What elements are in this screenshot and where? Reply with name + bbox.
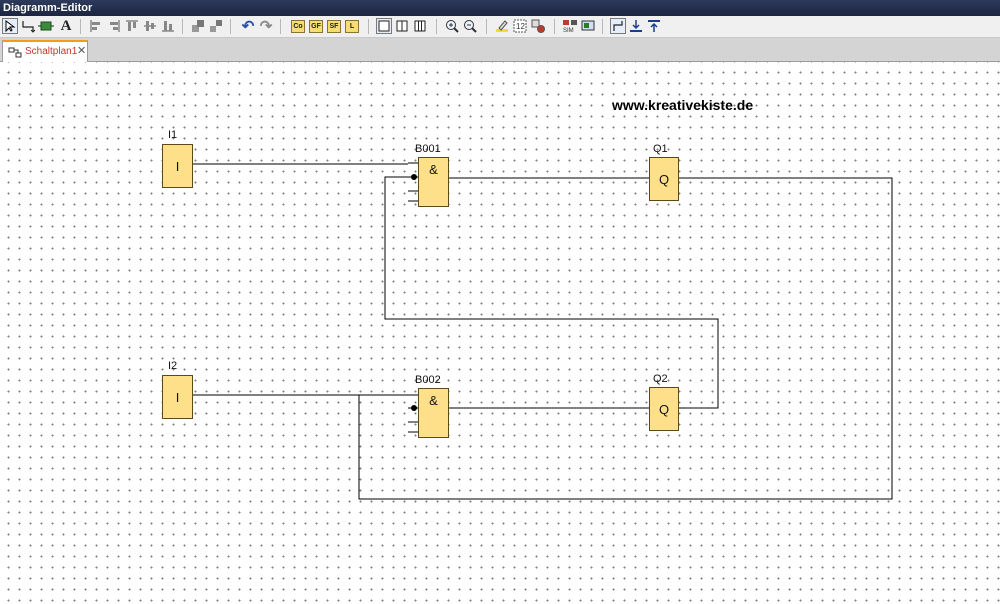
zoom-out-icon[interactable] [462, 18, 478, 34]
sf-block-button[interactable]: SF [326, 18, 342, 34]
document-tab-strip: Schaltplan1 ✕ [0, 38, 1000, 62]
wire-mode-icon[interactable] [610, 18, 626, 34]
block-label-b002: B002 [415, 374, 441, 386]
single-view-icon[interactable] [376, 18, 392, 34]
undo-icon[interactable]: ↶ [240, 18, 256, 35]
toolbar: A ↶ ↷ Co GF SF L 12 SIM [0, 16, 1000, 38]
block-label-i2: I2 [168, 360, 178, 372]
block-label-b001: B001 [415, 143, 441, 155]
co-label: Co [291, 19, 305, 33]
triple-view-icon[interactable] [412, 18, 428, 34]
window-title: Diagramm-Editor [3, 2, 93, 14]
align-top-icon[interactable] [124, 18, 140, 34]
insert-block-icon[interactable] [38, 18, 54, 34]
zoom-in-icon[interactable] [444, 18, 460, 34]
and-block-b001[interactable]: & [418, 157, 449, 207]
output-block-q2[interactable]: Q [649, 387, 679, 431]
align-right-icon[interactable] [106, 18, 122, 34]
align-wire-down-icon[interactable] [628, 18, 644, 34]
block-symbol: I [175, 158, 180, 174]
sf-label: SF [327, 19, 341, 33]
close-icon[interactable]: ✕ [77, 44, 86, 57]
input-block-i1[interactable]: I [162, 144, 193, 188]
highlight-icon[interactable] [494, 18, 510, 34]
select-tool-icon[interactable] [2, 18, 18, 34]
block-symbol: I [175, 389, 180, 405]
group-icon[interactable] [190, 18, 206, 34]
and-block-b002[interactable]: & [418, 388, 449, 438]
watermark: www.kreativekiste.de [612, 97, 754, 113]
negation-dot-b001 [411, 174, 417, 180]
split-view-icon[interactable] [394, 18, 410, 34]
block-symbol: Q [658, 401, 670, 417]
window-title-bar: Diagramm-Editor [0, 0, 1000, 16]
l-label: L [345, 19, 359, 33]
wire-q1-b002 [358, 177, 893, 500]
block-symbol: & [429, 393, 438, 408]
l-block-button[interactable]: L [344, 18, 360, 34]
input-block-i2[interactable]: I [162, 375, 193, 419]
align-left-icon[interactable] [88, 18, 104, 34]
simulation-icon[interactable]: SIM [562, 18, 578, 34]
gf-label: GF [309, 19, 323, 33]
block-label-q1: Q1 [653, 143, 668, 155]
online-test-icon[interactable] [580, 18, 596, 34]
block-label-q2: Q2 [653, 373, 668, 385]
connect-tool-icon[interactable] [20, 18, 36, 34]
gf-block-button[interactable]: GF [308, 18, 324, 34]
settings-icon[interactable] [530, 18, 546, 34]
svg-text:12: 12 [516, 22, 525, 31]
output-block-q1[interactable]: Q [649, 157, 679, 201]
diagram-canvas[interactable]: www.kreativekiste.de I1 I B001 & Q1 Q I2… [0, 62, 1000, 604]
block-label-i1: I1 [168, 129, 178, 141]
ungroup-icon[interactable] [208, 18, 224, 34]
tab-schaltplan1[interactable]: Schaltplan1 ✕ [2, 40, 88, 62]
redo-icon[interactable]: ↷ [258, 18, 274, 35]
block-symbol: Q [658, 171, 670, 187]
block-symbol: & [429, 162, 438, 177]
svg-text:SIM: SIM [563, 28, 574, 33]
number-blocks-icon[interactable]: 12 [512, 18, 528, 34]
negation-dot-b002 [411, 405, 417, 411]
text-tool-icon[interactable]: A [58, 18, 74, 34]
align-bottom-icon[interactable] [160, 18, 176, 34]
wires [193, 162, 893, 500]
align-center-icon[interactable] [142, 18, 158, 34]
co-block-button[interactable]: Co [290, 18, 306, 34]
align-wire-up-icon[interactable] [646, 18, 662, 34]
tab-label: Schaltplan1 [25, 46, 78, 57]
